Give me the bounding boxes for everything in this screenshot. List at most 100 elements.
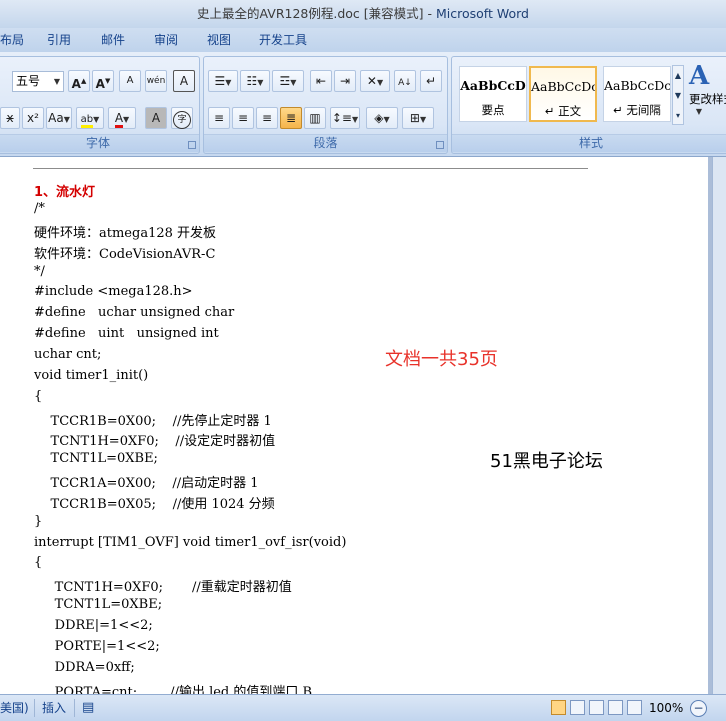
sort-icon: A↓ [398, 78, 412, 88]
paragraph-group: ☰▼ ☷▼ ☲▼ ⇤ ⇥ ✕▼ A↓ ↵ ≡ ≡ ≡ ≣ ▥ ↕≡▼ ◈▼ ⊞▼… [203, 56, 448, 154]
align-center-button[interactable]: ≡ [232, 107, 254, 129]
document-line: uchar cnt; [34, 346, 102, 362]
tab-layout[interactable]: 布局 [0, 28, 24, 52]
document-line: interrupt [TIM1_OVF] void timer1_ovf_isr… [34, 534, 347, 550]
document-line: DDRA=0xff; [34, 659, 135, 675]
enclose-char-button[interactable]: 字 [171, 107, 193, 129]
document-line: TCNT1H=0XF0; //设定定时器初值 [34, 434, 276, 450]
tab-developer[interactable]: 开发工具 [259, 28, 307, 52]
borders-button[interactable]: ⊞▼ [402, 107, 434, 129]
dialog-launcher-icon[interactable] [188, 141, 196, 149]
tab-mailings[interactable]: 邮件 [101, 28, 125, 52]
web-layout-icon[interactable] [589, 700, 604, 715]
document-line: DDRE|=1<<2; [34, 618, 153, 633]
justify-button[interactable]: ≣ [280, 107, 302, 129]
tab-references[interactable]: 引用 [47, 28, 71, 52]
styles-scroll[interactable]: ▲ ▼ ▾ [672, 65, 684, 125]
language-indicator[interactable]: 美国) [0, 695, 29, 721]
char-shading-button[interactable]: A [145, 107, 167, 129]
show-marks-button[interactable]: ↵ [420, 70, 442, 92]
font-color-button[interactable]: A▼ [108, 107, 136, 129]
decrease-indent-button[interactable]: ⇤ [310, 70, 332, 92]
align-left-icon: ≡ [213, 111, 225, 125]
document-line: void timer1_init() [34, 367, 149, 383]
document-line: 硬件环境：atmega128 开发板 [34, 225, 217, 241]
insert-mode-indicator[interactable]: 插入 [42, 695, 66, 721]
document-area[interactable]: 1、流水灯 /* 硬件环境：atmega128 开发板 软件环境：CodeVisio… [0, 157, 712, 694]
document-line: TCCR1B=0X05; //使用 1024 分频 [34, 496, 275, 512]
superscript-button[interactable]: x² [22, 107, 44, 129]
document-page[interactable]: 1、流水灯 /* 硬件环境：atmega128 开发板 软件环境：CodeVisio… [0, 157, 708, 694]
print-layout-view-icon[interactable] [551, 700, 566, 715]
numbering-button[interactable]: ☷▼ [240, 70, 270, 92]
shrink-font-button[interactable]: A▼ [92, 70, 114, 92]
char-shading-icon: A [151, 111, 161, 125]
styles-group-label: 样式 [452, 134, 726, 152]
align-left-button[interactable]: ≡ [208, 107, 230, 129]
draft-view-icon[interactable] [627, 700, 642, 715]
grow-font-button[interactable]: A▲ [68, 70, 90, 92]
style-name: 要点 [481, 103, 505, 117]
full-screen-reading-icon[interactable] [570, 700, 585, 715]
sort-button[interactable]: A↓ [394, 70, 416, 92]
status-bar: 美国) 插入 ▤ 100% − [0, 694, 726, 721]
style-no-spacing[interactable]: AaBbCcDc ↵ 无间隔 [603, 66, 671, 122]
vertical-scrollbar[interactable] [712, 157, 726, 694]
bullet-list-icon: ☰ [214, 74, 226, 88]
outline-view-icon[interactable] [608, 700, 623, 715]
style-normal[interactable]: AaBbCcDc ↵ 正文 [529, 66, 597, 122]
distributed-button[interactable]: ▥ [304, 107, 326, 129]
font-size-combo[interactable]: 五号 ▼ [12, 71, 64, 92]
document-line: TCCR1B=0X00; //先停止定时器 1 [34, 413, 272, 429]
multilevel-list-button[interactable]: ☲▼ [272, 70, 304, 92]
font-group: 五号 ▼ A▲ A▼ A wén A x x² Aa▼ ab▼ A▼ A 字 字… [0, 56, 200, 154]
header-line [33, 168, 588, 169]
change-styles-button[interactable]: A 更改样式 ▼ [689, 61, 726, 131]
change-case-button[interactable]: Aa▼ [46, 107, 72, 129]
shading-button[interactable]: ◈▼ [366, 107, 398, 129]
style-preview: AaBbCcDc [531, 79, 595, 94]
app-name: Microsoft Word [435, 6, 529, 21]
chinese-layout-button[interactable]: ✕▼ [360, 70, 390, 92]
watermark-forum: 51黑电子论坛 [490, 451, 603, 472]
title-bar: 史上最全的AVR128例程.doc [兼容模式] - Microsoft Wor… [0, 0, 726, 28]
style-preview: AaBbCcD [460, 78, 526, 93]
chinese-layout-icon: ✕ [366, 74, 377, 88]
align-right-button[interactable]: ≡ [256, 107, 278, 129]
change-case-icon: Aa [48, 111, 64, 125]
ribbon: 五号 ▼ A▲ A▼ A wén A x x² Aa▼ ab▼ A▼ A 字 字… [0, 52, 726, 157]
tab-view[interactable]: 视图 [207, 28, 231, 52]
decrease-indent-icon: ⇤ [315, 74, 327, 88]
line-spacing-button[interactable]: ↕≡▼ [330, 107, 360, 129]
change-styles-icon: A [689, 61, 710, 91]
superscript-icon: x² [27, 111, 39, 125]
document-line: TCNT1H=0XF0; //重载定时器初值 [34, 580, 292, 596]
dialog-launcher-icon[interactable] [436, 141, 444, 149]
enclose-char-icon: 字 [173, 111, 191, 129]
document-line: */ [34, 263, 45, 279]
document-line: PORTE|=1<<2; [34, 638, 160, 654]
numbered-list-icon: ☷ [246, 74, 258, 88]
increase-indent-button[interactable]: ⇥ [334, 70, 356, 92]
strikethrough-icon: x [6, 111, 14, 125]
bullets-button[interactable]: ☰▼ [208, 70, 238, 92]
style-name: ↵ 正文 [544, 104, 582, 118]
style-key-points[interactable]: AaBbCcD 要点 [459, 66, 527, 122]
font-color-icon: A [114, 111, 124, 128]
document-line: /* [34, 201, 45, 216]
phonetic-guide-button[interactable]: wén [145, 70, 167, 92]
macro-record-icon[interactable]: ▤ [82, 695, 94, 721]
document-title: 史上最全的AVR128例程.doc [兼容模式] - [197, 6, 436, 21]
char-border-button[interactable]: A [173, 70, 195, 92]
font-group-label: 字体 [0, 134, 199, 152]
document-line: { [34, 388, 43, 404]
zoom-level[interactable]: 100% [649, 695, 683, 721]
distributed-icon: ▥ [309, 111, 321, 125]
border-icon: ⊞ [409, 111, 420, 125]
tab-review[interactable]: 审阅 [154, 28, 178, 52]
highlight-button[interactable]: ab▼ [76, 107, 104, 129]
strikethrough-button[interactable]: x [0, 107, 20, 129]
multilevel-list-icon: ☲ [279, 74, 291, 88]
clear-format-button[interactable]: A [119, 70, 141, 92]
zoom-out-button[interactable]: − [690, 700, 707, 717]
